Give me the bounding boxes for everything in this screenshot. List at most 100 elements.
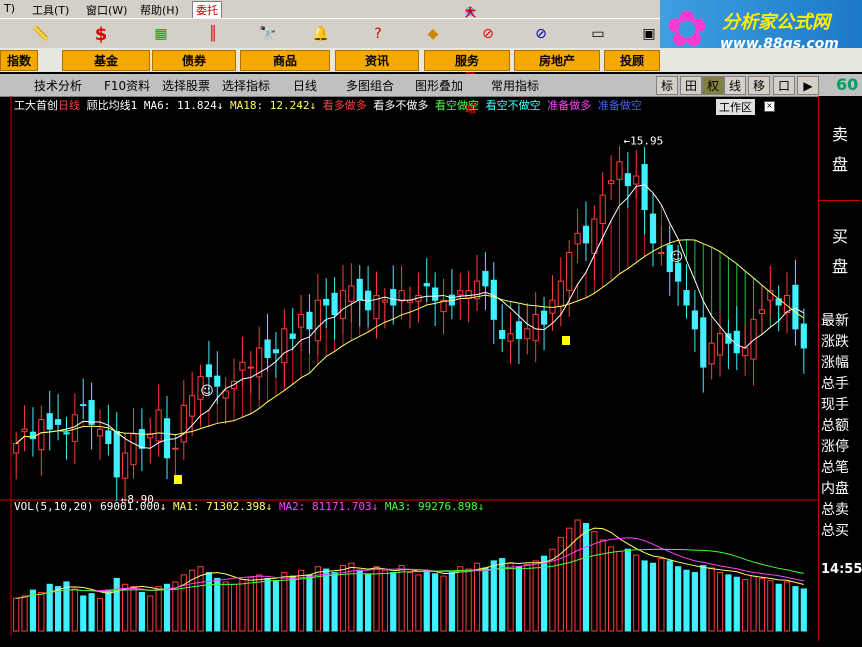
volume-bar bbox=[792, 586, 799, 632]
category-bar: 指数 基金 债券 商品 资讯 服务 房地产 投顾 工作区 × bbox=[0, 48, 862, 115]
field-total-buy: 总买 bbox=[821, 523, 849, 539]
field-amount: 总额 bbox=[821, 418, 849, 434]
cat-fund[interactable]: 基金 bbox=[62, 50, 150, 71]
candle-body bbox=[432, 287, 439, 301]
volume-bar bbox=[230, 583, 238, 632]
monitor-icon[interactable]: ▭ bbox=[585, 22, 611, 46]
bell-icon[interactable]: 🔔 bbox=[308, 22, 334, 46]
candle-body bbox=[29, 431, 37, 440]
volume-bar bbox=[490, 560, 497, 632]
question-icon[interactable]: ? bbox=[365, 22, 391, 46]
volume-bar bbox=[381, 569, 388, 632]
circle-icon[interactable]: ⊘ bbox=[528, 22, 554, 46]
candle-body bbox=[96, 428, 104, 437]
tab-right[interactable]: 权 bbox=[702, 76, 724, 95]
stock-name: 工大首创 bbox=[14, 99, 58, 112]
candle-body bbox=[80, 404, 87, 407]
candle-body bbox=[758, 309, 766, 315]
ma18-line bbox=[15, 239, 805, 444]
tab-box[interactable]: 口 bbox=[773, 76, 795, 95]
volume-bar bbox=[532, 560, 539, 632]
volume-bar bbox=[272, 580, 280, 632]
menu-item-partial[interactable]: T) bbox=[4, 2, 15, 15]
candle-body bbox=[155, 409, 162, 442]
candle-body bbox=[163, 418, 171, 459]
signal-long-no: 看多不做多 bbox=[373, 99, 429, 112]
candle-body bbox=[205, 364, 213, 378]
candle-body bbox=[499, 329, 506, 339]
volume-bar bbox=[147, 595, 154, 632]
tab-line[interactable]: 线 bbox=[724, 76, 746, 95]
ma18-value: MA18: 12.242↓ bbox=[229, 99, 317, 112]
volume-bar bbox=[708, 567, 715, 632]
volume-bar bbox=[256, 574, 263, 632]
chart-area[interactable]: ←8.90←15.95☺☺☺ bbox=[0, 96, 818, 636]
flower-icon: ✿ bbox=[666, 0, 708, 58]
volume-bar bbox=[457, 566, 464, 632]
menu-window[interactable]: 窗口(W) bbox=[86, 2, 127, 18]
tab-move[interactable]: 移 bbox=[748, 76, 770, 95]
volume-bar bbox=[113, 577, 120, 632]
ruler-icon[interactable]: 📏 bbox=[28, 22, 54, 46]
cat-commodity[interactable]: 商品 bbox=[240, 50, 330, 71]
volume-bar bbox=[13, 597, 20, 632]
binoculars-icon[interactable]: 🔭 bbox=[255, 22, 281, 46]
candle-body bbox=[423, 283, 430, 287]
menu-tools[interactable]: 工具(T) bbox=[32, 2, 69, 18]
volume-bar bbox=[138, 591, 145, 632]
tab-daily[interactable]: 日线 bbox=[293, 77, 317, 94]
tab-mark[interactable]: 标 bbox=[656, 76, 678, 95]
chart-svg[interactable]: ←8.90←15.95☺☺☺ bbox=[0, 96, 818, 636]
candle-body bbox=[398, 290, 405, 302]
tab-select-stock[interactable]: 选择股票 bbox=[162, 77, 210, 94]
volume-bar bbox=[214, 577, 221, 632]
tab-multi[interactable]: 多图组合 bbox=[346, 77, 394, 94]
cat-bond[interactable]: 债券 bbox=[152, 50, 236, 71]
volume-bar bbox=[591, 531, 598, 632]
candle-body bbox=[591, 218, 598, 254]
dollar-icon[interactable]: $ bbox=[88, 22, 114, 46]
candle-body bbox=[607, 180, 615, 185]
bars-icon[interactable]: ║ bbox=[200, 22, 226, 46]
entrust-button[interactable]: 委托 bbox=[192, 1, 222, 19]
volume-bar bbox=[122, 583, 129, 632]
candle-body bbox=[264, 339, 271, 359]
cat-realestate[interactable]: 房地产 bbox=[514, 50, 600, 71]
candle-body bbox=[800, 323, 807, 349]
volume-bar bbox=[524, 563, 531, 632]
grid-icon[interactable]: ▦ bbox=[148, 22, 174, 46]
candle-body bbox=[582, 225, 590, 244]
volume-bar bbox=[306, 574, 313, 632]
tab-tech[interactable]: 技术分析 bbox=[34, 77, 82, 94]
diamond-icon[interactable]: ◆ bbox=[420, 22, 446, 46]
logo-name: 分析家公式网 bbox=[722, 12, 830, 33]
candle-body bbox=[557, 280, 564, 307]
cat-service[interactable]: 服务 bbox=[424, 50, 510, 71]
price-info-line: 工大首创日线 顾比均线1 MA6: 11.824↓ MA18: 12.242↓ … bbox=[14, 97, 642, 113]
volume-bar bbox=[783, 581, 791, 632]
tab-overlay[interactable]: 图形叠加 bbox=[415, 77, 463, 94]
tab-next[interactable]: ▶ bbox=[797, 76, 819, 95]
cat-advisor[interactable]: 投顾 bbox=[604, 50, 660, 71]
tab-select-indicator[interactable]: 选择指标 bbox=[222, 77, 270, 94]
volume-bar bbox=[658, 558, 665, 632]
vol-ma3: MA3: 99276.898↓ bbox=[384, 500, 485, 513]
candle-body bbox=[683, 290, 690, 306]
volume-bar bbox=[582, 523, 590, 632]
cat-news[interactable]: 资讯 bbox=[335, 50, 419, 71]
field-change: 涨跌 bbox=[821, 334, 849, 350]
menu-help[interactable]: 帮助(H) bbox=[140, 2, 179, 18]
tab-common[interactable]: 常用指标 bbox=[491, 77, 539, 94]
tab-f10[interactable]: F10资料 bbox=[104, 77, 150, 94]
cat-index[interactable]: 指数 bbox=[0, 50, 38, 71]
candle-body bbox=[281, 328, 288, 364]
tab-grid[interactable]: 田 bbox=[680, 76, 702, 95]
field-latest: 最新 bbox=[821, 313, 849, 329]
window-icon[interactable]: ▣ bbox=[636, 22, 662, 46]
signal-prep-long: 准备做多 bbox=[547, 99, 592, 112]
volume-bar bbox=[247, 576, 254, 632]
volume-bar bbox=[675, 566, 682, 632]
candle-body bbox=[105, 430, 112, 444]
no-entry-icon[interactable]: ⊘ bbox=[475, 22, 501, 46]
volume-bar bbox=[289, 575, 296, 632]
